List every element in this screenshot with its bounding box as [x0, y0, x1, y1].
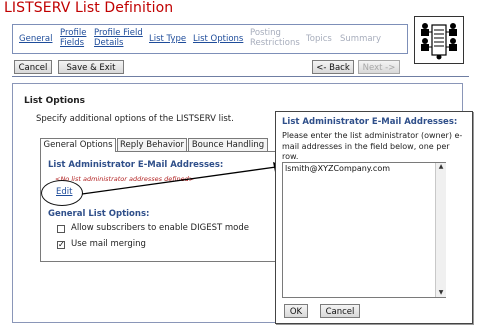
list-definition-icon: [414, 16, 464, 64]
dialog-ok-button[interactable]: OK: [284, 304, 308, 318]
scroll-down-icon[interactable]: ▼: [436, 289, 446, 297]
nav-general[interactable]: General: [19, 34, 53, 44]
save-exit-button[interactable]: Save & Exit: [58, 60, 124, 74]
nav-profile-field-details-line1: Profile Field: [94, 28, 143, 38]
arrow-icon: [81, 162, 284, 195]
tab-reply-behavior[interactable]: Reply Behavior: [117, 138, 187, 151]
back-button[interactable]: <- Back: [312, 60, 354, 74]
nav-profile-field-details[interactable]: Profile Field Details: [94, 28, 143, 48]
admin-addresses-textarea[interactable]: [282, 162, 446, 298]
nav-list-options[interactable]: List Options: [193, 34, 243, 44]
nav-topics: Topics: [306, 34, 332, 44]
mail-merge-checkbox[interactable]: ✓: [57, 241, 65, 249]
general-options-heading: General List Options:: [48, 209, 150, 219]
next-button: Next ->: [358, 60, 400, 74]
divider: [12, 76, 469, 77]
nav-summary: Summary: [340, 34, 382, 44]
scroll-up-icon[interactable]: ▲: [436, 163, 446, 171]
tab-bounce-handling[interactable]: Bounce Handling: [188, 138, 268, 151]
tab-general-options[interactable]: General Options: [40, 138, 116, 152]
nav-posting-restrictions-line1: Posting: [250, 28, 281, 38]
mail-merge-label: Use mail merging: [71, 239, 146, 249]
panel-heading: List Options: [24, 96, 86, 106]
dialog-description: Please enter the list administrator (own…: [282, 131, 463, 161]
edit-link[interactable]: Edit: [56, 187, 72, 197]
nav-posting-restrictions: Posting Restrictions: [250, 28, 300, 48]
page-title: LISTSERV List Definition: [4, 0, 174, 16]
panel-description: Specify additional options of the LISTSE…: [36, 114, 234, 124]
nav-posting-restrictions-line2: Restrictions: [250, 38, 300, 48]
dialog-cancel-button[interactable]: Cancel: [320, 304, 360, 318]
nav-list-type[interactable]: List Type: [149, 34, 186, 44]
nav-profile-fields-line2: Fields: [60, 38, 85, 48]
nav-profile-fields[interactable]: Profile Fields: [60, 28, 86, 48]
nav-profile-field-details-line2: Details: [94, 38, 124, 48]
textarea-scrollbar[interactable]: ▲ ▼: [435, 163, 446, 297]
textarea-value: lsmith@XYZCompany.com: [285, 164, 391, 173]
digest-checkbox[interactable]: [57, 225, 65, 233]
cancel-button[interactable]: Cancel: [14, 60, 52, 74]
digest-label: Allow subscribers to enable DIGEST mode: [71, 223, 249, 233]
dialog-heading: List Administrator E-Mail Addresses:: [282, 117, 458, 127]
nav-profile-fields-line1: Profile: [60, 28, 87, 38]
